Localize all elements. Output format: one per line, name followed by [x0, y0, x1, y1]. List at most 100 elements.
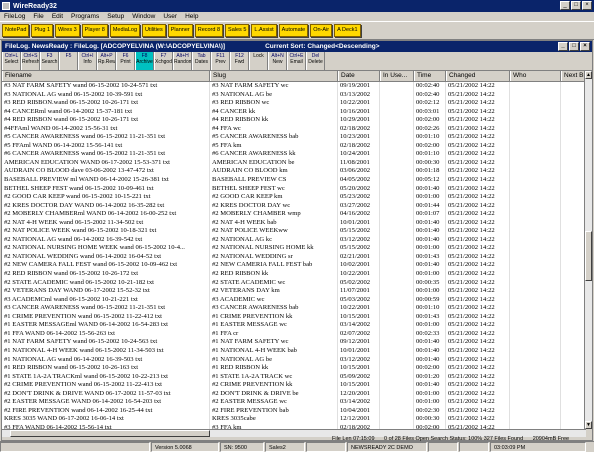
control-random-button[interactable]: Alt+H Random: [173, 52, 192, 70]
app-icon[interactable]: [2, 2, 10, 10]
table-row[interactable]: #2 DON'T DRINK & DRIVE WAND 06-17-2002 1…: [2, 389, 586, 399]
scroll-up-icon[interactable]: ▲: [585, 71, 592, 79]
menu-setup[interactable]: Setup: [103, 13, 128, 20]
menu-edit[interactable]: Edit: [48, 13, 67, 20]
table-row[interactable]: #6 CANCER AWARENESS wand 06-15-2002 11-2…: [2, 150, 586, 159]
table-row[interactable]: #2 FIRE PREVENTION wand 06-14-2002 16-25…: [2, 406, 586, 416]
table-row[interactable]: #3 NATIONAL AG wand 06-15-2002 10-39-591…: [2, 90, 586, 100]
col-date[interactable]: Date: [338, 71, 380, 81]
menu-user[interactable]: User: [159, 13, 181, 20]
control-new-button[interactable]: Alt+N New: [268, 52, 287, 70]
table-row[interactable]: #2 NEW CAMERA FALL FEST wand 06-15-2002 …: [2, 261, 586, 271]
medialog-button[interactable]: MediaLog: [109, 24, 141, 37]
utilities-button[interactable]: Utilities: [142, 24, 166, 37]
sales-button[interactable]: Sales 5: [225, 24, 250, 37]
table-row[interactable]: #2 NATIONAL WEDDING wand 06-14-2002 16-0…: [2, 252, 586, 262]
plug-button[interactable]: Plug 1: [31, 24, 54, 37]
control-fwd-button[interactable]: F12 Fwd: [230, 52, 249, 70]
player-button[interactable]: Player 8: [81, 24, 108, 37]
maximize-button[interactable]: □: [571, 1, 581, 10]
col-in-use[interactable]: In Use...: [380, 71, 414, 81]
lassist-button[interactable]: L.Assist: [251, 24, 277, 37]
table-row[interactable]: #2 NAT 4-H WEEK wand 06-15-2002 11-34-50…: [2, 218, 586, 228]
table-row[interactable]: #2 KRES DOCTOR DAY WAND 06-14-2002 16-35…: [2, 201, 586, 211]
control-prev-button[interactable]: F11 Prev: [211, 52, 230, 70]
control-search-button[interactable]: F3 Search: [40, 52, 59, 70]
table-row[interactable]: #3 ACADEMCml wand 06-15-2002 10-21-221 t…: [2, 295, 586, 305]
table-row[interactable]: #2 GOOD CAR KEEP wand 06-15-2002 10-15-2…: [2, 193, 586, 202]
control-archive-button[interactable]: F8 Archive: [135, 52, 154, 70]
col-who[interactable]: Who: [510, 71, 561, 81]
table-row[interactable]: #1 NATIONAL AG wand 06-14-2002 16-39-503…: [2, 355, 586, 365]
filelog-maximize-button[interactable]: □: [569, 42, 579, 51]
col-slug[interactable]: Slug: [210, 71, 338, 81]
menu-programs[interactable]: Programs: [67, 13, 103, 20]
control-lock-button[interactable]: Lock: [249, 52, 268, 70]
filelog-minimize-button[interactable]: _: [558, 42, 568, 51]
on-air-button[interactable]: On-Air: [310, 24, 333, 37]
planner-button[interactable]: Planner: [167, 24, 193, 37]
control-refresh-button[interactable]: Ctrl+S Refresh: [21, 52, 40, 70]
close-button[interactable]: ×: [582, 1, 592, 10]
table-row[interactable]: #1 EASTER MESSAGEml WAND 06-14-2002 16-5…: [2, 321, 586, 330]
table-row[interactable]: #3 CANCER AWARENESS wand 06-15-2002 11-2…: [2, 304, 586, 313]
table-row[interactable]: #2 EASTER MESSAGE WAND 06-14-2002 16-54-…: [2, 398, 586, 407]
table-row[interactable]: #2 CRIME PREVENTION wand 06-15-2002 11-2…: [2, 381, 586, 390]
notepad-button[interactable]: NotePad: [2, 24, 30, 37]
table-row[interactable]: #1 NAT FARM SAFETY wand 06-15-2002 10-24…: [2, 338, 586, 347]
minimize-button[interactable]: _: [560, 1, 570, 10]
control-print-button[interactable]: F6 Print: [116, 52, 135, 70]
control-delete-button[interactable]: Del Delete: [306, 52, 325, 70]
table-row[interactable]: BETHEL SHEEP FEST wand 06-15-2002 10-09-…: [2, 184, 586, 194]
control-f5-button[interactable]: F5: [59, 52, 78, 70]
menu-help[interactable]: Help: [181, 13, 202, 20]
table-row[interactable]: #5 CANCER AWARENESS wand 06-15-2002 11-2…: [2, 133, 586, 142]
filelog-close-button[interactable]: ×: [580, 42, 590, 51]
table-row[interactable]: #2 RED RIBBON wand 06-15-2002 10-26-172 …: [2, 270, 586, 279]
automate-button[interactable]: Automate: [278, 24, 309, 37]
table-row[interactable]: #4 CANCERml wand 06-14-2002 15-37-181 tx…: [2, 107, 586, 117]
table-row[interactable]: #3 NAT FARM SAFETY wand 06-15-2002 10-24…: [2, 82, 586, 91]
control-rp-rew-button[interactable]: Alt+P Rp.Rew: [97, 52, 116, 70]
control-xchgod-button[interactable]: F7 Xchgod: [154, 52, 173, 70]
control-select-button[interactable]: Ctrl+L Select: [2, 52, 21, 70]
table-row[interactable]: #1 RED RIBBON wand 06-15-2002 10-26-163 …: [2, 364, 586, 373]
table-row[interactable]: KRES 3035 WAND 06-17-2002 16-06-14 txt KR…: [2, 415, 586, 424]
table-row[interactable]: #1 CRIME PREVENTION wand 06-15-2002 11-2…: [2, 312, 586, 322]
table-row[interactable]: #1 NATIONAL 4-H WEEK wand 06-15-2002 11-…: [2, 346, 586, 356]
cell-time: 00:01:10: [414, 133, 446, 142]
vertical-scrollbar[interactable]: ▲ ▼: [584, 71, 592, 429]
table-row[interactable]: #2 VETERANS DAY WAND 06-17-2002 15-52-32…: [2, 287, 586, 296]
table-row[interactable]: BASEBALL PREVIEW ml WAND 06-14-2002 15-2…: [2, 176, 586, 185]
table-row[interactable]: #1 FFA WAND 06-14-2002 15-56-263 txt #1 F…: [2, 329, 586, 339]
col-time[interactable]: Time: [414, 71, 446, 81]
horizontal-scroll-thumb[interactable]: [10, 430, 210, 437]
table-row[interactable]: #3 RED RIBBON.wand 06-15-2002 10-26-171 …: [2, 99, 586, 108]
cell-who: [510, 227, 561, 236]
col-changed[interactable]: Changed: [446, 71, 510, 81]
table-row[interactable]: #2 STATE ACADEMIC wand 06-15-2002 10-21-…: [2, 278, 586, 288]
vertical-scroll-thumb[interactable]: [585, 231, 592, 281]
table-row[interactable]: #2 NATIONAL AG wand 06-14-2002 16-39-542…: [2, 235, 586, 245]
table-row[interactable]: #2 NAT POLICE WEEK wand 06-15-2002 10-18…: [2, 227, 586, 236]
scroll-down-icon[interactable]: ▼: [585, 421, 592, 429]
record-button[interactable]: Record 8: [194, 24, 224, 37]
menu-filelog[interactable]: FileLog: [0, 13, 29, 20]
menu-window[interactable]: Window: [128, 13, 159, 20]
table-row[interactable]: #4 RED RIBBON wand 06-15-2002 10-26-171 …: [2, 116, 586, 125]
control-email-button[interactable]: Ctrl+E Email: [287, 52, 306, 70]
table-row[interactable]: #4FFAml WAND 06-14-2002 15-56-31 txt #4 F…: [2, 124, 586, 134]
table-row[interactable]: #1 STATE 1A-2A TRACKml wand 06-15-2002 1…: [2, 372, 586, 382]
adeck-button[interactable]: A Deck1: [334, 24, 361, 37]
wires-button[interactable]: Wires 3: [55, 24, 80, 37]
table-row[interactable]: #2 NATIONAL NURSING HOME WEEK wand 06-15…: [2, 244, 586, 253]
control-dates-button[interactable]: Tab Dates: [192, 52, 211, 70]
col-filename[interactable]: Filename: [2, 71, 210, 81]
table-row[interactable]: AUDRAIN CO BLOOD dave 03-06-2002 13-47-4…: [2, 167, 586, 177]
table-row[interactable]: #5 FFAml WAND 06-14-2002 15-56-141 txt #5…: [2, 141, 586, 151]
table-row[interactable]: #2 MOBERLY CHAMBERml WAND 06-14-2002 16-…: [2, 210, 586, 219]
control-info-button[interactable]: Ctrl+I Info: [78, 52, 97, 70]
col-next[interactable]: Next Bro: [561, 71, 586, 81]
menu-file[interactable]: File: [29, 13, 47, 20]
table-row[interactable]: AMERICAN EDUCATION WAND 06-17-2002 15-53…: [2, 158, 586, 168]
